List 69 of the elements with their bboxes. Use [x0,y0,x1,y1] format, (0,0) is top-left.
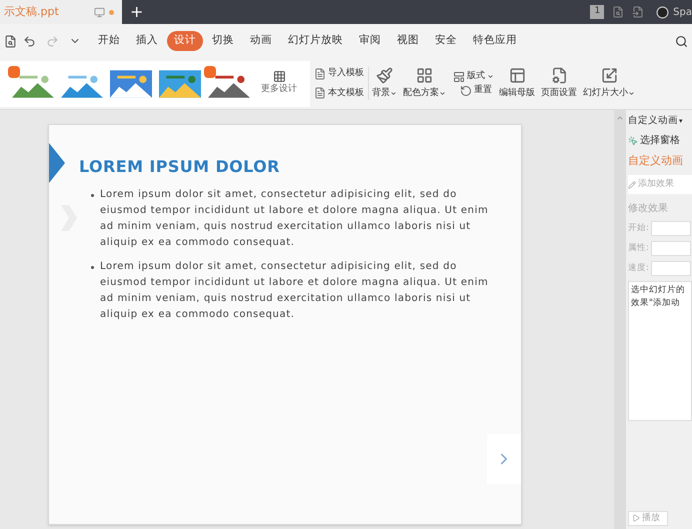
field-label: 属性: [628,242,649,256]
menu-tab[interactable]: 开始 [91,31,127,51]
hint-text: 效果"添加动 [631,297,681,310]
template-icon [314,87,326,100]
premium-icon [8,66,20,78]
avatar-icon[interactable] [656,6,670,18]
title-arrow-icon [49,143,65,183]
bullet-text: Lorem ipsum dolor sit amet, consectetur adipisicing elit, sed do eiusmod tempor incididunt ut labore et dolore magna aliqua. Ut enim ad minim veniam, quis nostrud exercitation ullamco laboris nisi ut aliquip ex ea commodo consequat. [100,260,490,322]
menu-tab[interactable]: 切换 [205,31,241,51]
ribbon-icon [600,66,618,84]
ribbon-icon [376,66,393,84]
scroll-up-icon[interactable] [616,114,624,122]
ribbon-button[interactable]: 页面设置 [538,66,580,100]
input-field[interactable] [650,261,691,276]
ribbon-icon [460,84,472,96]
menu-tab[interactable]: 视图 [390,31,426,51]
pencil-icon [628,180,636,188]
menu-tab[interactable]: 特色应用 [466,31,524,51]
input-field[interactable] [650,221,691,236]
ribbon-icon [508,66,526,84]
ribbon-button[interactable]: 重置 [456,84,496,98]
dropdown-icon [439,90,446,97]
bullet-text: Lorem ipsum dolor sit amet, consectetur adipisicing elit, sed do eiusmod tempor incididunt ut labore et dolore magna aliqua. Ut enim ad minim veniam, quis nostrud exercitation ullamco laboris nisi ut aliquip ex ea commodo consequat. [100,188,490,250]
menu-tab[interactable]: 审阅 [352,31,388,51]
search-icon[interactable] [675,34,688,48]
dropdown-icon [628,90,635,97]
scrollbar[interactable] [614,110,626,529]
panel-title: 自定义动画 [628,153,684,170]
selection-icon [628,136,638,146]
undo-icon[interactable] [23,34,36,48]
play-icon [632,514,640,522]
dropdown-icon [390,90,397,97]
premium-icon [204,66,216,78]
preview-icon[interactable] [4,34,17,48]
dropdown-icon [487,73,494,80]
ribbon-button[interactable]: 版式 [449,70,498,84]
ribbon-button[interactable]: 背景 [369,66,400,100]
input-field[interactable] [650,241,691,256]
menu-tab[interactable]: 幻灯片放映 [281,31,350,51]
window-count-badge[interactable]: 1 [590,5,604,19]
redo-icon[interactable] [46,34,59,48]
menu-tab[interactable]: 动画 [243,31,279,51]
menu-tab[interactable]: 插入 [129,31,165,51]
export-icon[interactable] [632,6,644,18]
monitor-icon[interactable] [94,6,105,18]
template-icon [314,68,326,80]
ribbon-icon [416,66,433,84]
template-button[interactable]: 导入模板 [314,67,364,80]
ribbon-button[interactable]: 幻灯片大小 [580,66,638,100]
modify-label: 修改效果 [628,202,669,216]
new-tab-button[interactable]: + [122,4,152,20]
field-label: 开始: [628,222,649,236]
slide-title: LOREM IPSUM DOLOR [79,156,281,178]
ribbon-button[interactable]: 配色方案 [400,66,449,100]
template-button[interactable]: 本文模板 [314,86,364,100]
menu-tab[interactable]: 安全 [428,31,464,51]
user-name[interactable]: Spa [673,4,692,20]
field-label: 速度: [628,262,649,276]
bullet-icon [91,194,94,197]
ribbon-button[interactable]: 编辑母版 [496,66,538,100]
select-pane-link[interactable]: 选择窗格 [640,133,680,148]
ribbon-icon [453,70,465,82]
hint-text: 选中幻灯片的 [631,284,686,298]
more-designs-button[interactable]: 更多设计 [261,70,297,97]
bullet-icon [91,266,94,269]
ribbon-icon [550,66,568,84]
grid-icon [272,70,286,84]
tab-title: 示文稿.ppt [4,4,60,20]
document-icon[interactable] [612,6,624,18]
